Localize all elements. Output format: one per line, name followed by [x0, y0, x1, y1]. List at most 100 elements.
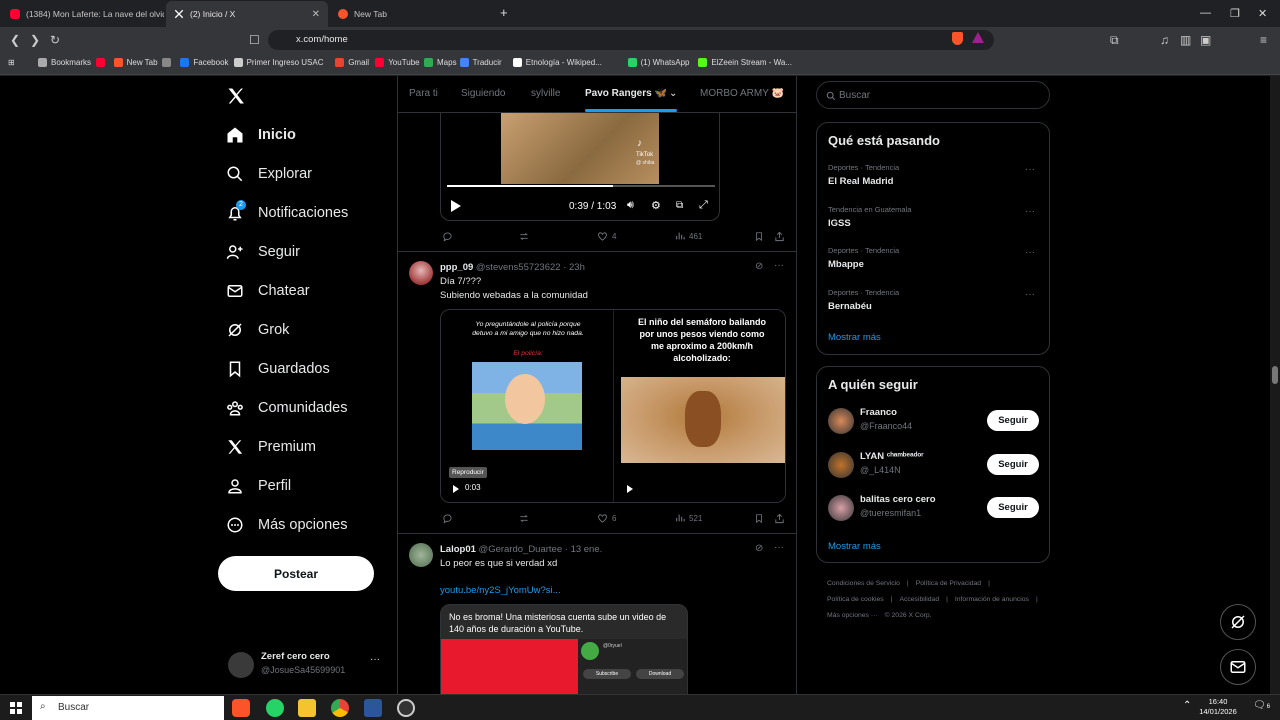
bookmark-page-icon[interactable]: ☐ [249, 33, 260, 47]
author-handle[interactable]: @Gerardo_Duartee [479, 544, 563, 555]
bookmark-item[interactable]: Primer Ingreso USAC [233, 58, 324, 67]
forward-icon[interactable]: ❯ [30, 33, 40, 47]
close-icon[interactable]: ✕ [312, 9, 320, 20]
grok-icon[interactable]: ⊘ [755, 543, 763, 554]
like-button[interactable]: 4 [597, 231, 616, 242]
start-icon[interactable] [10, 702, 22, 714]
author-name[interactable]: Lalop01 [440, 544, 476, 555]
bookmark-item[interactable]: Facebook [180, 58, 229, 67]
trends-show-more[interactable]: Mostrar más [828, 332, 881, 343]
file-explorer-icon[interactable] [298, 699, 316, 717]
bookmark-item[interactable] [95, 58, 109, 67]
bookmark-item[interactable]: Maps [424, 58, 457, 67]
tray-chevron-icon[interactable]: ⌃ [1183, 700, 1191, 711]
bookmark-button[interactable] [754, 231, 768, 242]
chevron-down-icon[interactable]: ⌄ [669, 88, 677, 99]
like-button[interactable]: 6 [597, 513, 616, 524]
messages-fab[interactable] [1220, 649, 1256, 685]
tab-pavo-rangers[interactable]: Pavo Rangers 🦋 [585, 88, 667, 99]
nav-item-notificaciones[interactable]: 2 Notificaciones [226, 200, 348, 222]
bookmark-item[interactable]: Gmail [335, 58, 369, 67]
follow-name[interactable]: Fraanco [860, 407, 897, 418]
app-icon[interactable] [397, 699, 415, 717]
bookmark-item[interactable]: (1) WhatsApp [627, 58, 690, 67]
tab-morbo-army[interactable]: MORBO ARMY 🐷 [700, 88, 784, 99]
sidebar-icon[interactable]: ▥ [1180, 33, 1191, 47]
footer-link[interactable]: Más opciones ··· [827, 612, 878, 619]
post-link[interactable]: youtu.be/ny2S_jYomUw?si... [440, 585, 561, 596]
follow-button[interactable]: Seguir [987, 497, 1039, 518]
repost-button[interactable] [518, 513, 534, 524]
brave-shield-icon[interactable] [952, 32, 963, 45]
author-handle[interactable]: @stevens55723622 [476, 262, 561, 273]
system-clock[interactable]: 16:40 14/01/2026 [1196, 697, 1240, 717]
footer-link[interactable]: © 2026 X Corp. [885, 612, 932, 619]
trend-name[interactable]: Bernabéu [828, 301, 872, 312]
chrome-app-icon[interactable] [331, 699, 349, 717]
follow-show-more[interactable]: Mostrar más [828, 541, 881, 552]
nav-item-guardados[interactable]: Guardados [226, 360, 330, 378]
wallet-icon[interactable]: ▣ [1200, 33, 1211, 47]
post-time[interactable]: · 13 ene. [565, 544, 603, 555]
nav-item-perfil[interactable]: Perfil [226, 477, 291, 495]
link-card[interactable]: No es broma! Una misteriosa cuenta sube … [440, 604, 688, 694]
scroll-thumb[interactable] [1272, 366, 1278, 384]
post-button[interactable]: Postear [218, 556, 374, 591]
footer-link[interactable]: Condiciones de Servicio [827, 580, 900, 587]
trend-name[interactable]: IGSS [828, 218, 851, 229]
views-button[interactable]: 461 [675, 231, 702, 241]
more-icon[interactable]: ··· [774, 260, 784, 271]
play-icon[interactable] [451, 200, 461, 212]
tab-newtab[interactable]: New Tab [330, 1, 492, 27]
menu-icon[interactable]: ≡ [1260, 33, 1267, 47]
follow-handle[interactable]: @_L414N [860, 465, 901, 475]
word-app-icon[interactable] [364, 699, 382, 717]
more-icon[interactable]: ··· [1025, 206, 1035, 217]
reply-button[interactable] [442, 513, 457, 524]
rewards-icon[interactable] [972, 32, 984, 43]
grok-fab[interactable] [1220, 604, 1256, 640]
nav-item-premium[interactable]: Premium [226, 438, 316, 456]
footer-link[interactable]: Política de Privacidad [916, 580, 981, 587]
bookmark-item[interactable]: New Tab [113, 58, 158, 67]
nav-item-grok[interactable]: Grok [226, 321, 289, 339]
tab-youtube[interactable]: (1384) Mon Laferte: La nave del olvid... [2, 1, 164, 27]
play-icon[interactable] [453, 485, 459, 493]
back-icon[interactable]: ❮ [10, 33, 20, 47]
more-icon[interactable]: ··· [774, 542, 784, 553]
window-close-icon[interactable]: ✕ [1258, 7, 1267, 20]
extensions-icon[interactable]: ⧉ [1110, 33, 1119, 48]
reload-icon[interactable]: ↻ [50, 33, 60, 47]
follow-handle[interactable]: @Fraanco44 [860, 421, 912, 431]
post-time[interactable]: · 23h [563, 262, 585, 273]
fullscreen-icon[interactable]: ⤢ [699, 199, 708, 212]
bookmark-item[interactable] [162, 58, 175, 67]
tab-siguiendo[interactable]: Siguiendo [461, 88, 505, 99]
avatar[interactable] [409, 261, 433, 285]
nav-item-chatear[interactable]: Chatear [226, 282, 310, 300]
apps-icon[interactable]: ⊞ [8, 58, 15, 67]
bookmark-button[interactable] [754, 513, 768, 524]
post-video-media[interactable]: Yo preguntándole al policía porque detuv… [440, 309, 786, 503]
video-player[interactable]: ♪ TikTok @ shiba 0:39 / 1:03 🔊︎ ⚙︎ ⧉ ⤢ [440, 96, 720, 221]
footer-link[interactable]: Accesibilidad [899, 596, 939, 603]
whatsapp-app-icon[interactable] [266, 699, 284, 717]
avatar[interactable] [409, 543, 433, 567]
minimize-icon[interactable]: — [1200, 7, 1211, 19]
restore-icon[interactable]: ❐ [1230, 7, 1240, 20]
author-name[interactable]: ppp_09 [440, 262, 473, 273]
more-icon[interactable]: ··· [1025, 289, 1035, 300]
taskbar-search[interactable]: ⌕ Buscar [32, 696, 224, 720]
share-button[interactable] [774, 231, 789, 242]
volume-icon[interactable]: 🔊︎ [627, 199, 634, 212]
search-input[interactable]: Buscar [816, 81, 1050, 109]
follow-name[interactable]: LYAN ᶜʰᵃᵐᵇᵉᵃᵈᵒʳ [860, 451, 924, 462]
music-icon[interactable]: ♫ [1160, 33, 1169, 47]
views-button[interactable]: 521 [675, 513, 702, 523]
url-field[interactable]: x.com/home [268, 30, 994, 50]
nav-item-mas-opciones[interactable]: Más opciones [226, 516, 347, 534]
more-icon[interactable]: ··· [1025, 164, 1035, 175]
nav-item-seguir[interactable]: Seguir [226, 243, 300, 261]
share-button[interactable] [774, 513, 789, 524]
tab-x[interactable]: (2) Inicio / X ✕ [166, 1, 328, 27]
